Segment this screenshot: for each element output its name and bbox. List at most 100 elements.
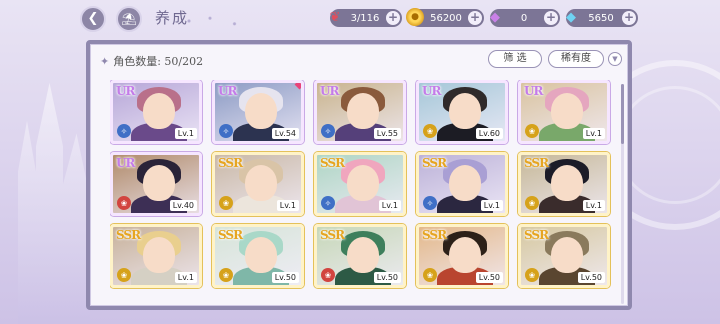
attribute-icon: ❀ — [219, 268, 233, 282]
character-card[interactable]: UR ❀ Lv.1 — [518, 80, 610, 144]
attribute-icon: ❀ — [423, 268, 437, 282]
level-label: Lv.1 — [174, 128, 197, 139]
portrait-face — [347, 165, 379, 201]
character-panel: ✦ 角色数量: 50/202 筛 选 稀有度 ▼ UR ✧ Lv.1 UR ✧ Lv.54 U… — [86, 40, 632, 310]
level-label: Lv.1 — [480, 200, 503, 211]
sort-button[interactable]: 稀有度 — [548, 50, 604, 68]
level-label: Lv.60 — [475, 128, 503, 139]
level-label: Lv.1 — [582, 128, 605, 139]
level-label: Lv.50 — [271, 272, 299, 283]
character-card[interactable]: UR ❀ Lv.40 — [110, 152, 202, 216]
rarity-badge: SSR — [422, 228, 447, 242]
character-card[interactable]: SSR ❀ Lv.1 — [212, 152, 304, 216]
portrait-face — [143, 237, 175, 273]
character-card[interactable]: SSR ❀ Lv.50 — [212, 224, 304, 288]
character-card[interactable]: UR ✧ Lv.54 — [212, 80, 304, 144]
attribute-icon: ❀ — [219, 196, 233, 210]
rarity-badge: UR — [422, 84, 441, 98]
level-label: Lv.40 — [169, 200, 197, 211]
character-card[interactable]: UR ✧ Lv.1 — [110, 80, 202, 144]
add-gem-button[interactable]: + — [544, 11, 558, 25]
attribute-icon: ✧ — [117, 124, 131, 138]
home-button[interactable]: ⛱ — [116, 6, 142, 32]
attribute-icon: ✧ — [321, 124, 335, 138]
portrait-face — [347, 237, 379, 273]
attribute-icon: ❀ — [117, 268, 131, 282]
level-label: Lv.50 — [373, 272, 401, 283]
portrait-face — [143, 93, 175, 129]
add-crystal-button[interactable]: + — [622, 11, 636, 25]
rarity-badge: SSR — [320, 228, 345, 242]
character-card[interactable]: SSR ❀ Lv.1 — [110, 224, 202, 288]
level-label: Lv.50 — [577, 272, 605, 283]
rarity-badge: SSR — [524, 228, 549, 242]
character-card[interactable]: SSR ✧ Lv.1 — [416, 152, 508, 216]
level-label: Lv.54 — [271, 128, 299, 139]
candy-icon: ❦ — [329, 9, 341, 25]
chevron-down-icon: ▼ — [612, 55, 618, 63]
level-label: Lv.1 — [276, 200, 299, 211]
panel-header: ✦ 角色数量: 50/202 筛 选 稀有度 ▼ — [90, 44, 628, 76]
add-gold-button[interactable]: + — [468, 11, 482, 25]
rarity-badge: SSR — [524, 156, 549, 170]
attribute-icon: ✧ — [321, 196, 335, 210]
portrait-face — [143, 165, 175, 201]
sort-order-button[interactable]: ▼ — [608, 52, 622, 66]
attribute-icon: ❀ — [321, 268, 335, 282]
level-label: Lv.55 — [373, 128, 401, 139]
gem-counter: ◆ 0 + — [490, 9, 560, 27]
attribute-icon: ❀ — [423, 124, 437, 138]
back-arrow-icon: ❮ — [87, 11, 99, 26]
rarity-badge: SSR — [218, 156, 243, 170]
portrait-face — [551, 165, 583, 201]
back-button[interactable]: ❮ — [80, 6, 106, 32]
attribute-icon: ❀ — [525, 124, 539, 138]
character-card[interactable]: UR ✧ Lv.55 — [314, 80, 406, 144]
level-label: Lv.50 — [475, 272, 503, 283]
character-card[interactable]: SSR ❀ Lv.50 — [314, 224, 406, 288]
character-card[interactable]: UR ❀ Lv.60 — [416, 80, 508, 144]
add-stamina-button[interactable]: + — [386, 11, 400, 25]
filter-button[interactable]: 筛 选 — [488, 50, 542, 68]
crystal-counter: ◆ 5650 + — [566, 9, 638, 27]
scrollbar[interactable] — [621, 84, 624, 304]
portrait-face — [551, 237, 583, 273]
level-label: Lv.1 — [174, 272, 197, 283]
portrait-face — [449, 165, 481, 201]
rarity-badge: UR — [524, 84, 543, 98]
stamina-counter: ❦ 3/116 + — [330, 9, 402, 27]
portrait-face — [449, 93, 481, 129]
blue-diamond-icon: ◆ — [566, 9, 576, 25]
rarity-badge: SSR — [320, 156, 345, 170]
title-sparkles — [182, 14, 252, 28]
attribute-icon: ❀ — [525, 196, 539, 210]
sparkle-icon: ✦ — [100, 55, 110, 68]
portrait-face — [551, 93, 583, 129]
character-count: ✦ 角色数量: 50/202 — [100, 53, 203, 69]
attribute-icon: ❀ — [525, 268, 539, 282]
level-label: Lv.1 — [582, 200, 605, 211]
purple-diamond-icon: ◆ — [490, 9, 500, 25]
character-card[interactable]: SSR ❀ Lv.50 — [416, 224, 508, 288]
rarity-badge: UR — [320, 84, 339, 98]
coin-icon: ● — [406, 8, 424, 26]
character-card[interactable]: SSR ❀ Lv.1 — [518, 152, 610, 216]
portrait-face — [245, 237, 277, 273]
character-count-text: 角色数量: 50/202 — [113, 55, 204, 68]
attribute-icon: ❀ — [117, 196, 131, 210]
rarity-badge: SSR — [422, 156, 447, 170]
attribute-icon: ✧ — [423, 196, 437, 210]
level-label: Lv.1 — [378, 200, 401, 211]
rarity-badge: SSR — [116, 228, 141, 242]
character-card[interactable]: SSR ✧ Lv.1 — [314, 152, 406, 216]
rarity-badge: SSR — [218, 228, 243, 242]
scrollbar-thumb[interactable] — [621, 84, 624, 144]
top-bar: ❮ ⛱ 养成 ❦ 3/116 + ● 56200 + ◆ 0 + ◆ 5650 … — [0, 0, 720, 38]
gold-counter: ● 56200 + — [406, 8, 484, 27]
home-icon: ⛱ — [121, 12, 137, 26]
castle-silhouette — [18, 82, 90, 324]
character-card[interactable]: SSR ❀ Lv.50 — [518, 224, 610, 288]
rarity-badge: UR — [116, 156, 135, 170]
portrait-face — [245, 165, 277, 201]
attribute-icon: ✧ — [219, 124, 233, 138]
